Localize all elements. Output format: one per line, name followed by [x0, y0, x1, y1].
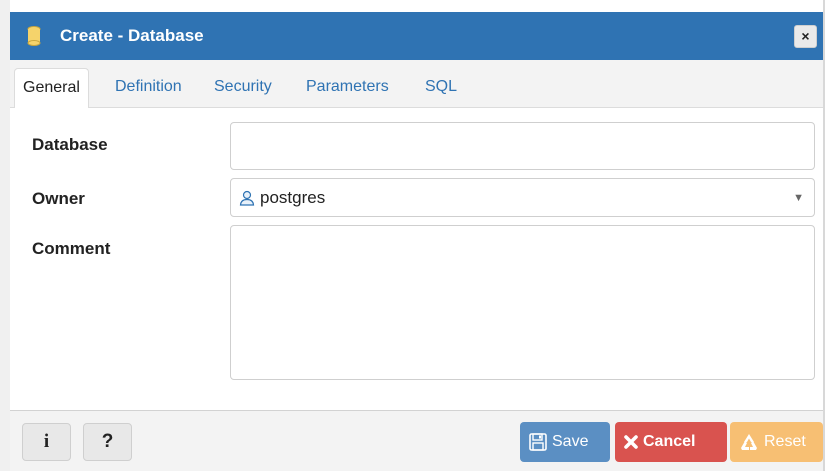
dialog-footer: i ? Save Cancel Reset — [10, 410, 823, 471]
reset-label: Reset — [764, 433, 806, 450]
database-icon — [27, 26, 41, 46]
info-button[interactable]: i — [22, 423, 71, 461]
dialog-titlebar: Create - Database × — [10, 12, 823, 60]
comment-textarea[interactable] — [230, 225, 815, 380]
owner-value: postgres — [260, 188, 326, 207]
dialog-title: Create - Database — [60, 26, 204, 45]
database-input[interactable] — [230, 122, 815, 170]
help-icon: ? — [101, 431, 114, 452]
recycle-icon — [741, 433, 757, 450]
database-label: Database — [32, 135, 108, 154]
cancel-label: Cancel — [643, 433, 696, 450]
save-icon — [529, 432, 547, 451]
close-icon: × — [801, 28, 810, 44]
tab-sql[interactable]: SQL — [425, 76, 457, 98]
chevron-down-icon: ▼ — [793, 192, 804, 204]
comment-label: Comment — [32, 239, 111, 258]
tab-security[interactable]: Security — [214, 76, 272, 98]
reset-button[interactable]: Reset — [730, 422, 823, 462]
help-button[interactable]: ? — [83, 423, 132, 461]
general-form: Database Owner postgres ▼ Comment — [10, 108, 823, 410]
tab-general[interactable]: General — [14, 68, 89, 109]
tab-definition[interactable]: Definition — [115, 76, 182, 98]
owner-select[interactable]: postgres ▼ — [230, 178, 815, 217]
owner-label: Owner — [32, 189, 85, 208]
cancel-button[interactable]: Cancel — [615, 422, 727, 462]
tab-bar: General Definition Security Parameters S… — [10, 60, 823, 109]
user-icon — [239, 190, 255, 206]
save-button[interactable]: Save — [520, 422, 610, 462]
tab-parameters[interactable]: Parameters — [306, 76, 389, 98]
create-database-dialog: Create - Database × General Definition S… — [0, 0, 825, 471]
save-label: Save — [552, 433, 589, 450]
close-button[interactable]: × — [794, 25, 817, 48]
x-icon — [624, 434, 638, 449]
info-icon: i — [43, 431, 50, 452]
